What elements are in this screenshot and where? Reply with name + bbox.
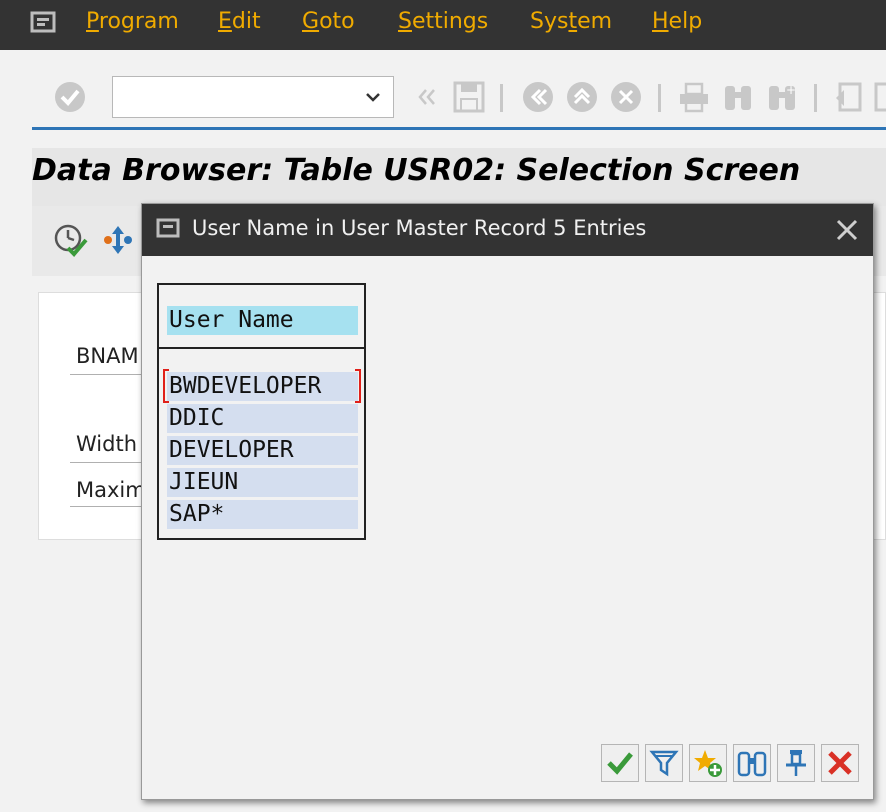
find-button[interactable] [733, 744, 771, 782]
field-underline [70, 374, 150, 375]
focus-marker-right [355, 369, 361, 403]
field-label-maximum: Maxim [76, 478, 146, 502]
confirm-button[interactable] [601, 744, 639, 782]
menu-settings[interactable]: Settings [398, 9, 488, 34]
back-arrows-icon[interactable] [412, 80, 444, 114]
star-add-icon [694, 750, 722, 777]
field-underline [70, 462, 150, 463]
dialog-menu-icon[interactable] [156, 217, 184, 241]
menu-goto[interactable]: Goto [302, 9, 355, 34]
value-help-dialog: User Name in User Master Record 5 Entrie… [141, 203, 874, 800]
list-item[interactable]: DDIC [167, 404, 358, 433]
toolbar-separator [658, 84, 661, 112]
dialog-title: User Name in User Master Record 5 Entrie… [192, 216, 647, 240]
menu-program[interactable]: Program [86, 9, 179, 34]
filter-icon [649, 750, 679, 777]
header-separator [159, 347, 364, 349]
hit-list: User Name BWDEVELOPER DDIC DEVELOPER JIE… [157, 283, 366, 540]
menu-bar: Program Edit Goto Settings System Help [0, 0, 886, 50]
page-title: Data Browser: Table USR02: Selection Scr… [32, 153, 801, 188]
command-field[interactable] [112, 76, 394, 118]
toolbar-divider [32, 127, 886, 130]
pin-icon [786, 750, 806, 776]
list-item[interactable]: BWDEVELOPER [167, 372, 358, 401]
cancel-x-icon [828, 751, 852, 775]
filter-button[interactable] [645, 744, 683, 782]
menu-edit[interactable]: Edit [218, 9, 261, 34]
binoculars-icon [737, 751, 767, 777]
find-next-icon[interactable]: + [766, 80, 798, 114]
page-icon[interactable] [872, 80, 886, 114]
svg-text:+: + [786, 83, 796, 97]
execute-icon[interactable] [52, 222, 88, 258]
cancel-button[interactable] [821, 744, 859, 782]
toolbar-separator [500, 84, 503, 112]
exit-icon[interactable] [566, 80, 598, 114]
close-icon[interactable] [833, 216, 861, 244]
add-favorite-button[interactable] [689, 744, 727, 782]
enter-icon[interactable] [54, 80, 86, 114]
focus-marker-left [163, 369, 169, 403]
chevron-down-icon[interactable] [363, 87, 383, 107]
save-icon[interactable] [453, 80, 485, 114]
menu-icon[interactable] [30, 10, 60, 36]
first-page-icon[interactable] [832, 80, 864, 114]
selection-options-icon[interactable] [100, 222, 136, 258]
menu-system[interactable]: System [530, 9, 612, 34]
checkmark-icon [607, 752, 633, 775]
dialog-title-bar[interactable]: User Name in User Master Record 5 Entrie… [142, 204, 873, 256]
print-icon[interactable] [678, 80, 710, 114]
toolbar-separator [814, 84, 817, 112]
field-label-width: Width [76, 432, 138, 456]
list-item[interactable]: JIEUN [167, 468, 358, 497]
find-icon[interactable] [722, 80, 754, 114]
column-header-user-name[interactable]: User Name [167, 306, 358, 335]
cancel-icon[interactable] [610, 80, 642, 114]
pin-button[interactable] [777, 744, 815, 782]
list-item[interactable]: DEVELOPER [167, 436, 358, 465]
back-icon[interactable] [522, 80, 554, 114]
field-label-bname: BNAM [76, 344, 139, 368]
menu-help[interactable]: Help [652, 9, 702, 34]
list-item[interactable]: SAP* [167, 500, 358, 529]
field-underline [70, 506, 150, 507]
